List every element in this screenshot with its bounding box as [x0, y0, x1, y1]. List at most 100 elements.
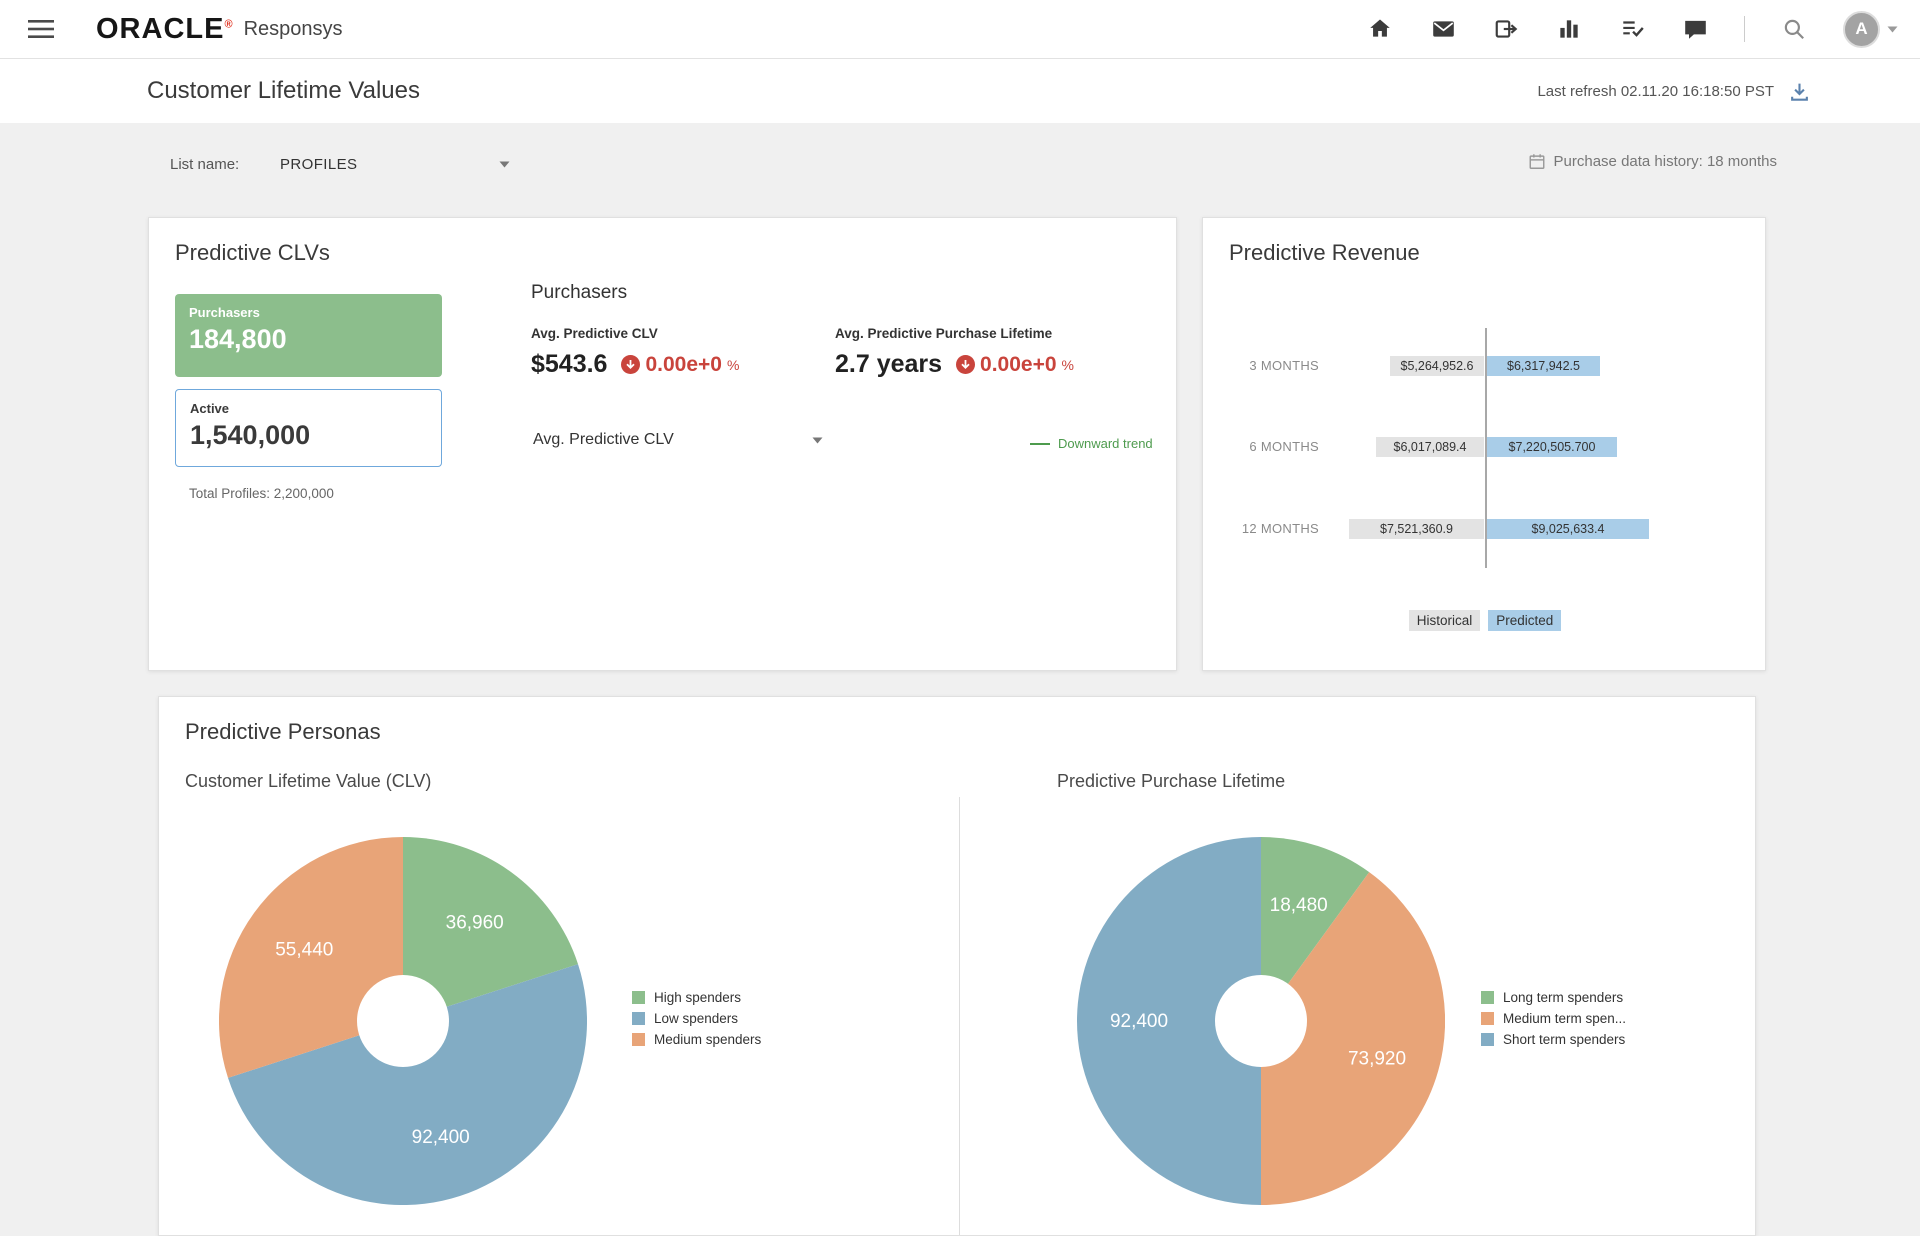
trend-line-icon — [1030, 443, 1050, 445]
change-value: 0.00e+0 — [645, 353, 722, 377]
legend-predicted[interactable]: Predicted — [1488, 610, 1561, 631]
trend-legend-label: Downward trend — [1058, 436, 1153, 451]
predictive-personas-title: Predictive Personas — [185, 719, 381, 745]
lifetime-donut: 18,480 73,920 92,400 — [1077, 837, 1445, 1205]
svg-text:36,960: 36,960 — [446, 912, 504, 933]
svg-text:92,400: 92,400 — [1110, 1011, 1168, 1032]
topbar-actions: A — [1366, 11, 1898, 48]
clv-donut: 36,96092,40055,440 — [219, 837, 587, 1205]
feedback-icon[interactable] — [1681, 15, 1709, 43]
purchasers-section-title: Purchasers — [531, 282, 627, 304]
avatar[interactable]: A — [1843, 11, 1880, 48]
calendar-icon — [1528, 152, 1546, 171]
change-unit: % — [727, 357, 739, 373]
revenue-category-label: 12 MONTHS — [1229, 519, 1319, 539]
legend-item: Short term spenders — [1481, 1032, 1626, 1047]
legend-swatch-icon — [632, 1033, 645, 1046]
topbar: ORACLE® Responsys A — [0, 0, 1920, 59]
historical-bar: $6,017,089.4 — [1376, 437, 1484, 457]
legend-item: Medium term spen... — [1481, 1011, 1626, 1026]
avg-predictive-clv-metric: Avg. Predictive CLV $543.6 0.00e+0 % — [531, 326, 739, 379]
historical-bar: $5,264,952.6 — [1390, 356, 1484, 376]
legend-item: Low spenders — [632, 1011, 761, 1026]
legend-item: Long term spenders — [1481, 990, 1626, 1005]
legend-label: Long term spenders — [1503, 990, 1623, 1005]
profile-menu[interactable]: A — [1843, 11, 1898, 48]
home-icon[interactable] — [1366, 15, 1394, 43]
metric-value: $543.6 — [531, 350, 607, 379]
svg-text:18,480: 18,480 — [1270, 895, 1328, 916]
metric-change: 0.00e+0 % — [621, 353, 739, 377]
avg-predictive-purchase-lifetime-metric: Avg. Predictive Purchase Lifetime 2.7 ye… — [835, 326, 1074, 379]
down-arrow-circle-icon — [956, 355, 975, 374]
purchasers-tile[interactable]: Purchasers 184,800 — [175, 294, 442, 377]
svg-text:92,400: 92,400 — [412, 1127, 470, 1148]
metric-change: 0.00e+0 % — [956, 353, 1074, 377]
metric-label: Avg. Predictive Purchase Lifetime — [835, 326, 1074, 341]
change-value: 0.00e+0 — [980, 353, 1057, 377]
change-unit: % — [1062, 357, 1074, 373]
purchasers-tile-label: Purchasers — [189, 305, 428, 320]
page-title: Customer Lifetime Values — [147, 77, 420, 105]
triangle-down-icon — [812, 437, 823, 444]
purchase-history: Purchase data history: 18 months — [1528, 152, 1777, 171]
predictive-clvs-card: Predictive CLVs Purchasers 184,800 Activ… — [148, 217, 1177, 671]
legend-label: Short term spenders — [1503, 1032, 1625, 1047]
tasks-icon[interactable] — [1618, 15, 1646, 43]
registered-mark-icon: ® — [224, 18, 233, 30]
page-header: Customer Lifetime Values Last refresh 02… — [0, 59, 1920, 123]
product-name: Responsys — [244, 18, 343, 41]
predictive-clvs-title: Predictive CLVs — [175, 240, 330, 266]
list-name-label: List name: — [170, 156, 239, 173]
historical-bar: $7,521,360.9 — [1349, 519, 1484, 539]
menu-icon[interactable] — [28, 19, 54, 39]
legend-item: High spenders — [632, 990, 761, 1005]
download-icon[interactable] — [1789, 81, 1810, 102]
predicted-bar: $9,025,633.4 — [1487, 519, 1649, 539]
legend-label: High spenders — [654, 990, 741, 1005]
predictive-revenue-card: Predictive Revenue Historical Predicted … — [1202, 217, 1766, 671]
predicted-bar: $7,220,505.700 — [1487, 437, 1617, 457]
mail-icon[interactable] — [1429, 15, 1457, 43]
topbar-divider — [1744, 16, 1745, 42]
svg-text:73,920: 73,920 — [1348, 1049, 1406, 1070]
legend-swatch-icon — [1481, 1012, 1494, 1025]
search-icon[interactable] — [1780, 15, 1808, 43]
legend-swatch-icon — [1481, 1033, 1494, 1046]
legend-swatch-icon — [632, 1012, 645, 1025]
chevron-down-icon[interactable] — [1887, 26, 1898, 33]
metric-select[interactable]: Avg. Predictive CLV — [533, 431, 823, 449]
total-profiles-label: Total Profiles: 2,200,000 — [189, 486, 334, 501]
purchasers-tile-value: 184,800 — [189, 324, 428, 355]
revenue-category-label: 3 MONTHS — [1229, 356, 1319, 376]
list-name-value: PROFILES — [280, 156, 357, 173]
lifetime-legend: Long term spenders Medium term spen... Sho… — [1481, 990, 1626, 1047]
metric-value: 2.7 years — [835, 350, 942, 379]
oracle-logo: ORACLE® — [96, 13, 234, 46]
clv-chart-title: Customer Lifetime Value (CLV) — [185, 771, 431, 792]
active-tile[interactable]: Active 1,540,000 — [175, 389, 442, 467]
legend-item: Medium spenders — [632, 1032, 761, 1047]
active-tile-value: 1,540,000 — [190, 420, 427, 451]
programs-icon[interactable] — [1492, 15, 1520, 43]
list-name-select[interactable]: PROFILES — [280, 151, 510, 177]
legend-label: Low spenders — [654, 1011, 738, 1026]
clv-legend: High spenders Low spenders Medium spenders — [632, 990, 761, 1047]
revenue-plot: Historical Predicted 3 MONTHS $5,264,952.… — [1229, 326, 1741, 656]
trend-legend: Downward trend — [1030, 436, 1153, 451]
legend-historical[interactable]: Historical — [1409, 610, 1481, 631]
predictive-personas-card: Predictive Personas Customer Lifetime Va… — [158, 696, 1756, 1236]
predictive-revenue-title: Predictive Revenue — [1229, 240, 1420, 266]
oracle-wordmark: ORACLE — [96, 13, 224, 45]
legend-label: Medium spenders — [654, 1032, 761, 1047]
down-arrow-circle-icon — [621, 355, 640, 374]
purchase-history-label: Purchase data history: 18 months — [1554, 153, 1777, 170]
last-refresh-label: Last refresh 02.11.20 16:18:50 PST — [1537, 83, 1774, 100]
legend-swatch-icon — [632, 991, 645, 1004]
triangle-down-icon — [499, 161, 510, 168]
active-tile-label: Active — [190, 401, 427, 416]
personas-divider — [959, 797, 960, 1235]
analytics-icon[interactable] — [1555, 15, 1583, 43]
revenue-legend: Historical Predicted — [1229, 610, 1741, 631]
metric-select-value: Avg. Predictive CLV — [533, 431, 674, 449]
